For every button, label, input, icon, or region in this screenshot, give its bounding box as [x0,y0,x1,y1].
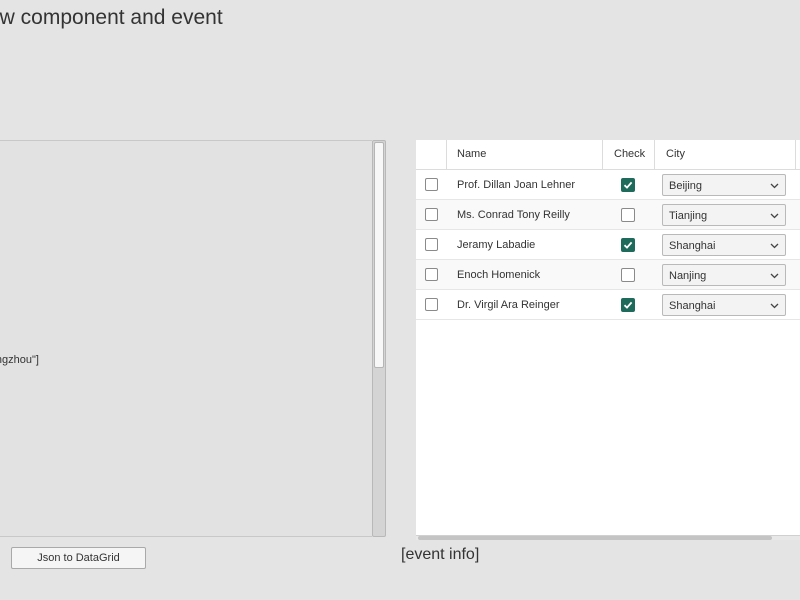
chevron-down-icon [770,213,779,219]
row-select-checkbox[interactable] [425,238,438,251]
check-checkbox[interactable] [621,238,635,252]
city-value: Tianjing [669,210,708,222]
city-select[interactable]: Beijing [662,174,786,196]
row-select-checkbox[interactable] [425,208,438,221]
column-separator[interactable] [602,140,603,170]
table-row[interactable]: Enoch Homenick Nanjing [416,260,800,290]
chevron-down-icon [770,183,779,189]
column-separator[interactable] [654,140,655,170]
city-value: Beijing [669,180,703,192]
chevron-down-icon [770,243,779,249]
grid-horizontal-scrollbar[interactable] [416,535,800,540]
scrollbar-thumb[interactable] [374,142,384,368]
scrollbar-thumb[interactable] [418,536,772,540]
event-info-label: [event info] [401,546,480,563]
chevron-down-icon [770,273,779,279]
column-header-name[interactable]: Name [457,148,486,160]
row-select-checkbox[interactable] [425,178,438,191]
city-select[interactable]: Shanghai [662,294,786,316]
column-separator[interactable] [446,140,447,170]
city-value: Shanghai [669,240,716,252]
page-title: ow component and event [0,6,223,29]
table-row[interactable]: Ms. Conrad Tony Reilly Tianjing [416,200,800,230]
name-cell: Jeramy Labadie [457,239,536,251]
city-value: Nanjing [669,270,707,282]
city-select[interactable]: Nanjing [662,264,786,286]
json-to-datagrid-button[interactable]: Json to DataGrid [11,547,146,569]
table-row[interactable]: Jeramy Labadie Shanghai [416,230,800,260]
checkmark-icon [623,301,633,309]
check-checkbox[interactable] [621,268,635,282]
table-row[interactable]: Dr. Virgil Ara Reinger Shanghai [416,290,800,320]
name-cell: Ms. Conrad Tony Reilly [457,209,570,221]
row-select-checkbox[interactable] [425,268,438,281]
checkmark-icon [623,241,633,249]
check-checkbox[interactable] [621,298,635,312]
column-header-city[interactable]: City [666,148,685,160]
grid-header: Name Check City [416,140,800,170]
column-header-check[interactable]: Check [614,148,645,160]
name-cell: Dr. Virgil Ara Reinger [457,299,560,311]
json-text: jing","Tianjing","Nanjing","Guangzhou"] [0,354,39,366]
city-select[interactable]: Shanghai [662,234,786,256]
json-editor[interactable]: jing","Tianjing","Nanjing","Guangzhou"] [0,140,372,537]
table-row[interactable]: Prof. Dillan Joan Lehner Beijing [416,170,800,200]
name-cell: Prof. Dillan Joan Lehner [457,179,576,191]
check-checkbox[interactable] [621,178,635,192]
column-separator[interactable] [795,140,796,170]
name-cell: Enoch Homenick [457,269,541,281]
city-select[interactable]: Tianjing [662,204,786,226]
chevron-down-icon [770,303,779,309]
city-value: Shanghai [669,300,716,312]
row-select-checkbox[interactable] [425,298,438,311]
data-grid: Name Check City Prof. Dillan Joan Lehner… [416,140,800,540]
check-checkbox[interactable] [621,208,635,222]
checkmark-icon [623,181,633,189]
json-editor-scrollbar[interactable] [372,140,386,537]
